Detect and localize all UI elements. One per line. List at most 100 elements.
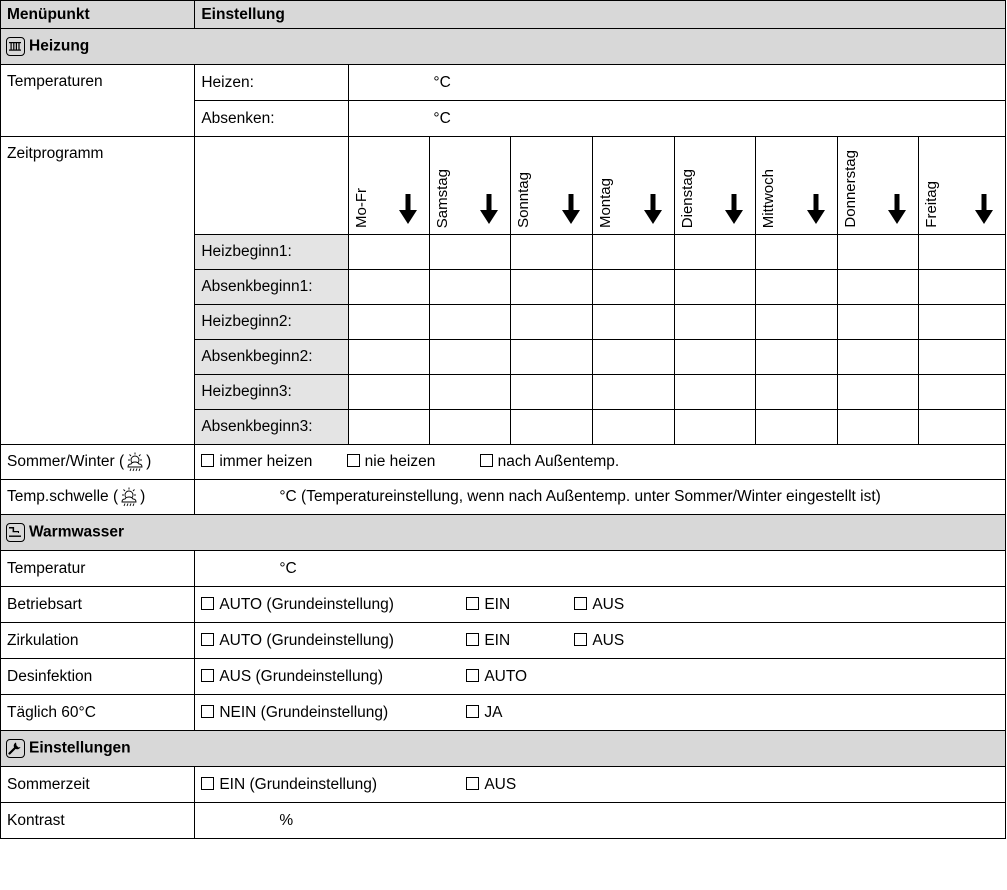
time-cell[interactable] xyxy=(755,409,838,445)
day-header: Mo-Fr xyxy=(348,136,430,235)
row-zeitprogramm-days: Zeitprogramm Mo-Fr Samstag Sonntag Monta… xyxy=(0,136,1006,445)
day-header: Sonntag xyxy=(510,136,594,235)
time-cell[interactable] xyxy=(673,374,757,410)
row-taeglich-60: Täglich 60°C NEIN (Grundeinstellung) JA xyxy=(0,694,1006,731)
time-cell[interactable] xyxy=(836,234,920,270)
time-cell[interactable] xyxy=(592,374,675,410)
time-cell[interactable] xyxy=(755,304,838,340)
time-cell[interactable] xyxy=(673,234,757,270)
checkbox-icon[interactable] xyxy=(201,454,215,467)
time-cell[interactable] xyxy=(836,269,920,305)
time-cell[interactable] xyxy=(428,304,512,340)
time-cell[interactable] xyxy=(673,409,757,445)
sun-cloud-icon xyxy=(127,452,143,472)
time-cell[interactable] xyxy=(673,269,757,305)
time-cell[interactable] xyxy=(510,269,594,305)
field-heizen[interactable]: °C xyxy=(348,64,1006,101)
time-cell[interactable] xyxy=(755,269,838,305)
arrow-down-icon xyxy=(480,194,499,224)
time-cell[interactable] xyxy=(510,409,594,445)
option-aus[interactable]: AUS (Grundeinstellung) xyxy=(201,668,466,686)
time-cell[interactable] xyxy=(348,374,430,410)
checkbox-icon[interactable] xyxy=(574,596,588,610)
checkbox-icon[interactable] xyxy=(466,632,480,646)
checkbox-icon[interactable] xyxy=(574,632,588,646)
label-temp-schwelle: Temp.schwelle () xyxy=(0,479,196,515)
time-cell[interactable] xyxy=(918,339,1006,375)
checkbox-icon[interactable] xyxy=(479,454,493,467)
label-absenken: Absenken: xyxy=(194,100,350,137)
time-cell[interactable] xyxy=(510,374,594,410)
time-cell[interactable] xyxy=(918,409,1006,445)
day-label: Freitag xyxy=(923,181,941,228)
time-cell[interactable] xyxy=(592,339,675,375)
day-header: Freitag xyxy=(918,136,1006,235)
time-cell[interactable] xyxy=(348,339,430,375)
time-cell[interactable] xyxy=(510,339,594,375)
time-cell[interactable] xyxy=(755,374,838,410)
option-auto[interactable]: AUTO (Grundeinstellung) xyxy=(201,632,466,650)
option-auto[interactable]: AUTO (Grundeinstellung) xyxy=(201,596,466,614)
section-warmwasser: Warmwasser xyxy=(0,514,1006,551)
time-cell[interactable] xyxy=(428,409,512,445)
option-ein[interactable]: EIN xyxy=(466,596,574,614)
time-cell[interactable] xyxy=(673,304,757,340)
slot-label: Heizbeginn1: xyxy=(194,234,350,270)
time-cell[interactable] xyxy=(592,409,675,445)
checkbox-icon[interactable] xyxy=(466,668,480,682)
time-cell[interactable] xyxy=(673,339,757,375)
time-cell[interactable] xyxy=(836,339,920,375)
option-immer-heizen[interactable]: immer heizen xyxy=(201,453,312,471)
time-cell[interactable] xyxy=(510,304,594,340)
option-aus[interactable]: AUS xyxy=(574,632,624,650)
option-ein[interactable]: EIN xyxy=(466,632,574,650)
time-cell[interactable] xyxy=(348,269,430,305)
time-cell[interactable] xyxy=(918,234,1006,270)
checkbox-icon[interactable] xyxy=(201,596,215,610)
row-sommerzeit: Sommerzeit EIN (Grundeinstellung) AUS xyxy=(0,766,1006,803)
time-cell[interactable] xyxy=(428,269,512,305)
time-cell[interactable] xyxy=(510,234,594,270)
time-cell[interactable] xyxy=(836,409,920,445)
checkbox-icon[interactable] xyxy=(201,776,215,790)
field-kontrast[interactable]: % xyxy=(194,802,1006,839)
day-label: Sonntag xyxy=(515,172,533,228)
option-nie-heizen[interactable]: nie heizen xyxy=(346,453,435,471)
checkbox-icon[interactable] xyxy=(346,454,360,467)
time-cell[interactable] xyxy=(348,304,430,340)
field-temp-schwelle[interactable]: °C (Temperatureinstellung, wenn nach Auß… xyxy=(194,479,1006,515)
checkbox-icon[interactable] xyxy=(466,704,480,718)
checkbox-icon[interactable] xyxy=(466,596,480,610)
time-cell[interactable] xyxy=(918,374,1006,410)
option-aus[interactable]: AUS xyxy=(466,776,516,794)
day-header: Mittwoch xyxy=(755,136,838,235)
time-cell[interactable] xyxy=(592,304,675,340)
sun-cloud-icon xyxy=(121,487,137,507)
time-cell[interactable] xyxy=(755,234,838,270)
time-cell[interactable] xyxy=(918,304,1006,340)
checkbox-icon[interactable] xyxy=(201,704,215,718)
time-cell[interactable] xyxy=(592,269,675,305)
option-nach-aussentemp[interactable]: nach Außentemp. xyxy=(479,453,619,471)
field-ww-temperatur[interactable]: °C xyxy=(194,550,1006,587)
option-ein[interactable]: EIN (Grundeinstellung) xyxy=(201,776,466,794)
time-cell[interactable] xyxy=(755,339,838,375)
time-cell[interactable] xyxy=(428,339,512,375)
option-nein[interactable]: NEIN (Grundeinstellung) xyxy=(201,704,466,722)
time-cell[interactable] xyxy=(348,409,430,445)
time-cell[interactable] xyxy=(836,374,920,410)
field-absenken[interactable]: °C xyxy=(348,100,1006,137)
time-cell[interactable] xyxy=(836,304,920,340)
time-cell[interactable] xyxy=(592,234,675,270)
option-ja[interactable]: JA xyxy=(466,704,502,722)
option-auto[interactable]: AUTO xyxy=(466,668,527,686)
time-cell[interactable] xyxy=(428,374,512,410)
checkbox-icon[interactable] xyxy=(466,776,480,790)
time-cell[interactable] xyxy=(428,234,512,270)
time-cell[interactable] xyxy=(348,234,430,270)
checkbox-icon[interactable] xyxy=(201,632,215,646)
option-aus[interactable]: AUS xyxy=(574,596,624,614)
checkbox-icon[interactable] xyxy=(201,668,215,682)
time-cell[interactable] xyxy=(918,269,1006,305)
day-label: Dienstag xyxy=(678,168,696,228)
